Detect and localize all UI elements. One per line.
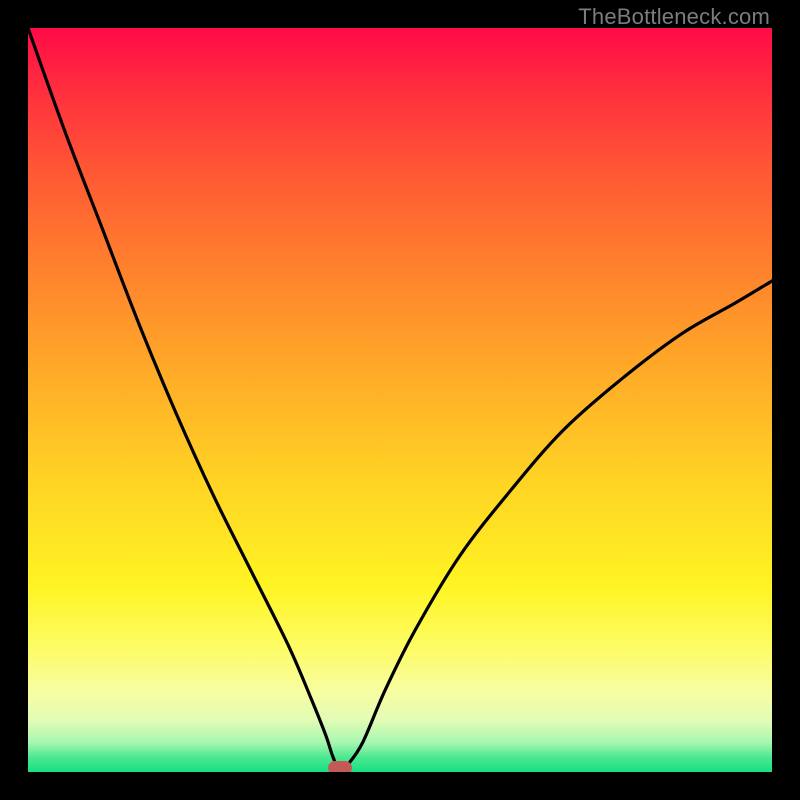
plot-area (28, 28, 772, 772)
optimum-marker (328, 761, 352, 772)
watermark-text: TheBottleneck.com (578, 4, 770, 30)
chart-frame: TheBottleneck.com (0, 0, 800, 800)
bottleneck-curve (28, 28, 772, 772)
